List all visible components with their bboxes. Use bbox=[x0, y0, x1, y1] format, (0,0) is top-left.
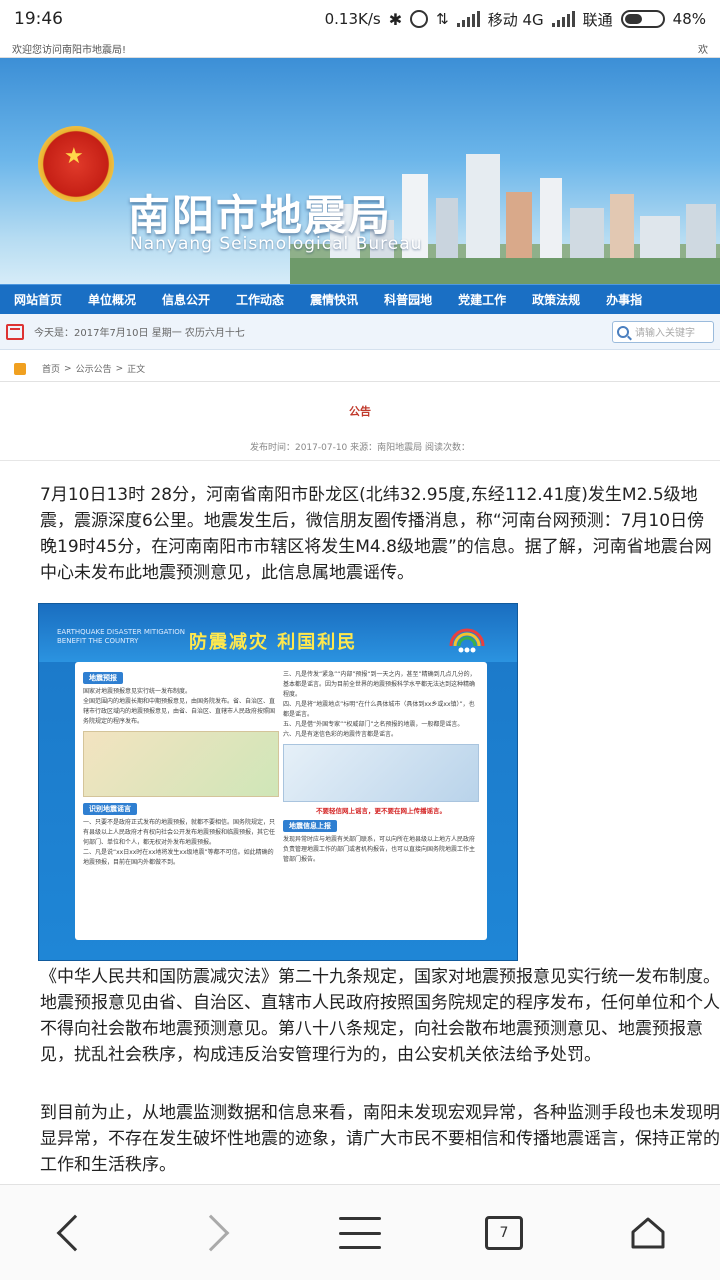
breadcrumb: 首页 > 公示公告 > 正文 bbox=[0, 356, 720, 382]
poster-tag: 地震预报 bbox=[83, 672, 123, 684]
poster-english: EARTHQUAKE DISASTER MITIGATION BENEFIT T… bbox=[57, 628, 186, 645]
breadcrumb-sep: > bbox=[115, 363, 124, 374]
status-bar: 19:46 0.13K/s ✱ ⇅ 移动 4G 联通 48% bbox=[0, 0, 720, 38]
poster-text: 四、凡是将“地震地点”标明“在什么具体城市（具体到xx乡或xx镇）”，也都是谣言… bbox=[283, 701, 475, 718]
poster-warning: 不要轻信网上谣言，更不要在网上传播谣言。 bbox=[316, 807, 446, 815]
nav-item-policy[interactable]: 政策法规 bbox=[518, 291, 592, 308]
poster-text: 国家对地震预报意见实行统一发布制度。 bbox=[83, 688, 192, 695]
nav-item-science[interactable]: 科普园地 bbox=[370, 291, 444, 308]
browser-bottom-bar: 7 bbox=[0, 1184, 720, 1280]
tabs-button[interactable]: 7 bbox=[454, 1185, 554, 1280]
today-date: 今天是：2017年7月10日 星期一 农历六月十七 bbox=[34, 328, 245, 339]
back-button[interactable] bbox=[20, 1185, 120, 1280]
site-subtitle: Nanyang Seismological Bureau bbox=[130, 234, 423, 254]
poster-text: 五、凡是借“外国专家”“权威部门”之名预报的地震，一般都是谣言。 bbox=[283, 721, 464, 728]
poster-cartoon-image bbox=[83, 731, 279, 797]
welcome-text-right: 欢 bbox=[698, 45, 708, 56]
poster-text: 二、凡是说“xx日xx时在xx地将发生xx级地震”等都不可信。如此精确的地震预报… bbox=[83, 849, 274, 866]
poster-text: 发现异常时应与地震有关部门联系，可以向所在地县级以上地方人民政府负责管理地震工作… bbox=[283, 836, 476, 863]
date-search-row: 今天是：2017年7月10日 星期一 农历六月十七 请输入关键字 bbox=[0, 314, 720, 350]
tab-count: 7 bbox=[499, 1225, 509, 1241]
site-banner: ★ 南阳市地震局 Nanyang Seismological Bureau bbox=[0, 58, 720, 284]
nav-item-party[interactable]: 党建工作 bbox=[444, 291, 518, 308]
forward-arrow-icon bbox=[192, 1214, 230, 1252]
poster-right-column: 三、凡是传发“紧急”“内部”预报“到一天之内，甚至”精确到几点几分的，基本都是谣… bbox=[283, 670, 479, 865]
nav-item-services[interactable]: 办事指 bbox=[592, 291, 654, 308]
search-input[interactable]: 请输入关键字 bbox=[612, 320, 714, 343]
article-paragraph-2: 《中华人民共和国防震减灾法》第二十九条规定，国家对地震预报意见实行统一发布制度。… bbox=[40, 967, 720, 1065]
main-nav: 网站首页 单位概况 信息公开 工作动态 震情快讯 科普园地 党建工作 政策法规 … bbox=[0, 284, 720, 314]
poster-tag: 地震信息上报 bbox=[283, 820, 337, 832]
battery-icon bbox=[620, 10, 665, 28]
poster-text: 三、凡是传发“紧急”“内部”预报“到一天之内，甚至”精确到几点几分的，基本都是谣… bbox=[283, 671, 476, 698]
breadcrumb-sep: > bbox=[64, 363, 72, 374]
signal-icon-2 bbox=[551, 11, 575, 27]
tabs-icon: 7 bbox=[485, 1216, 523, 1250]
nav-item-home[interactable]: 网站首页 bbox=[0, 291, 74, 308]
article-paragraph-3: 到目前为止，从地震监测数据和信息来看，南阳未发现宏观异常，各种监测手段也未发现明… bbox=[40, 1103, 720, 1175]
poster-text: 全国范围内的地震长期和中期预报意见，由国务院发布。省、自治区、直辖市行政区域内的… bbox=[83, 698, 276, 725]
battery-percent: 48% bbox=[672, 10, 706, 28]
nav-item-work[interactable]: 工作动态 bbox=[222, 291, 296, 308]
back-arrow-icon bbox=[56, 1214, 94, 1252]
article-title: 公告 bbox=[349, 405, 371, 418]
menu-icon bbox=[339, 1217, 381, 1249]
bluetooth-icon: ✱ bbox=[388, 9, 403, 29]
carrier-2: 联通 bbox=[582, 10, 613, 29]
search-placeholder: 请输入关键字 bbox=[635, 328, 695, 339]
signal-icon-1 bbox=[456, 11, 480, 27]
welcome-text: 欢迎您访问南阳市地震局! bbox=[12, 45, 127, 56]
breadcrumb-icon bbox=[14, 362, 26, 375]
breadcrumb-home[interactable]: 首页 bbox=[42, 362, 60, 375]
home-icon bbox=[631, 1217, 665, 1249]
alarm-icon bbox=[410, 10, 429, 28]
poster-image: EARTHQUAKE DISASTER MITIGATION BENEFIT T… bbox=[38, 603, 518, 961]
poster-text: 六、凡是有迷信色彩的地震传言都是谣言。 bbox=[283, 731, 398, 738]
poster-panel: 地震预报 国家对地震预报意见实行统一发布制度。 全国范围内的地震长期和中期预报意… bbox=[75, 662, 487, 940]
breadcrumb-current: 正文 bbox=[127, 365, 146, 375]
home-button[interactable] bbox=[598, 1185, 698, 1280]
nav-item-quake-news[interactable]: 震情快讯 bbox=[296, 291, 370, 308]
national-emblem-icon: ★ bbox=[38, 126, 114, 202]
breadcrumb-section[interactable]: 公示公告 bbox=[76, 362, 112, 375]
nav-item-info[interactable]: 信息公开 bbox=[148, 291, 222, 308]
network-speed: 0.13K/s bbox=[324, 10, 381, 28]
search-icon[interactable] bbox=[617, 325, 629, 338]
poster-text: 一、只要不是政府正式发布的地震预报，就都不要相信。国务院规定，只有县级以上人民政… bbox=[83, 819, 276, 846]
poster-tag: 识别地震谣言 bbox=[83, 803, 137, 815]
rainbow-logo-icon bbox=[449, 628, 485, 653]
status-time: 19:46 bbox=[14, 9, 63, 29]
nav-item-overview[interactable]: 单位概况 bbox=[74, 291, 148, 308]
forward-button[interactable] bbox=[166, 1185, 266, 1280]
article-paragraph-1: 7月10日13时 28分，河南省南阳市卧龙区(北纬32.95度,东经112.41… bbox=[40, 485, 712, 583]
carrier-1: 移动 4G bbox=[487, 10, 544, 29]
article-meta: 发布时间：2017-07-10 来源：南阳地震局 阅读次数： bbox=[249, 443, 471, 453]
poster-slogan: 防震减灾 利国利民 bbox=[189, 632, 358, 653]
poster-cartoon-image bbox=[283, 744, 479, 802]
data-arrows-icon: ⇅ bbox=[436, 10, 449, 28]
calendar-icon bbox=[6, 323, 24, 340]
welcome-bar: 欢迎您访问南阳市地震局! 欢 bbox=[0, 38, 720, 58]
article-divider bbox=[0, 460, 720, 461]
menu-button[interactable] bbox=[310, 1185, 410, 1280]
poster-left-column: 地震预报 国家对地震预报意见实行统一发布制度。 全国范围内的地震长期和中期预报意… bbox=[83, 670, 279, 868]
